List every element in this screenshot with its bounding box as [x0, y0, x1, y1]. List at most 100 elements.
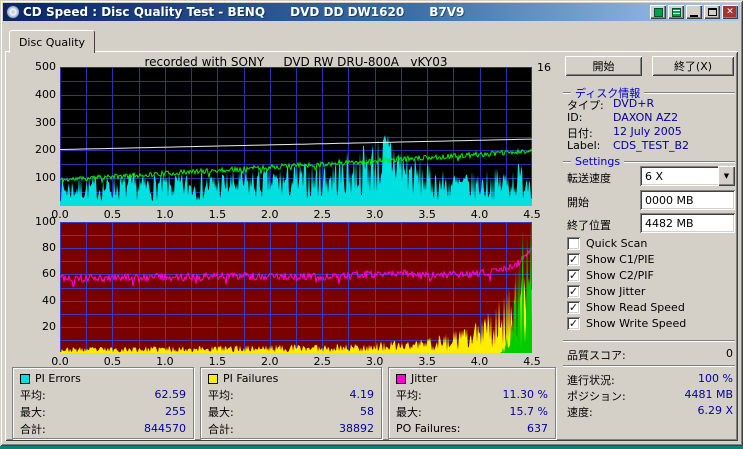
disc-id-label: ID:	[567, 111, 583, 124]
divider	[563, 365, 735, 367]
bottom-chart-jitter-failures: 100 80 60 40 20 0.0 0.5 1.0 1.5 2.0 2.5 3.0 3.5 4.0 4.…	[35, 215, 541, 368]
stat-row: 合計: 844570	[20, 420, 186, 437]
minimize-button[interactable]	[686, 5, 702, 19]
settings-section-label: Settings	[575, 155, 621, 168]
maximize-icon	[707, 8, 717, 16]
stat-value: 62.59	[154, 388, 187, 401]
titlebar[interactable]: CD Speed : Disc Quality Test - BENQ DVD …	[3, 3, 740, 21]
close-button[interactable]: ✕	[722, 5, 738, 19]
exit-button[interactable]: 終了(X)	[652, 56, 734, 76]
checkbox-box[interactable]: ✓	[567, 317, 580, 330]
legend-title-jitter: Jitter	[411, 372, 438, 385]
divider	[563, 340, 735, 342]
quality-score-value: 0	[726, 347, 733, 360]
green-report-icon	[671, 7, 681, 17]
legend-title-pi-errors: PI Errors	[35, 372, 81, 385]
stat-label: 合計:	[208, 422, 234, 436]
checkbox-label: Show Write Speed	[586, 317, 687, 330]
stat-label: 最大:	[208, 405, 234, 419]
end-position-label: 終了位置	[567, 219, 611, 232]
stat-value: 4.19	[349, 388, 375, 401]
position-row: ポジション: 4481 MB	[567, 388, 733, 404]
app-icon	[6, 5, 20, 19]
minimize-icon	[690, 14, 698, 17]
position-value: 4481 MB	[684, 388, 733, 401]
divider	[563, 160, 571, 163]
stat-label: 平均:	[208, 388, 234, 402]
divider	[644, 92, 735, 94]
speed-select[interactable]: 6 X ▼	[640, 166, 735, 186]
checkbox-quick-scan[interactable]: Quick Scan	[567, 237, 647, 250]
divider	[624, 160, 735, 163]
start-position-label: 開始	[567, 196, 589, 209]
checkbox-box[interactable]: ✓	[567, 301, 580, 314]
stat-value: 15.7 %	[509, 405, 548, 418]
stat-label: 平均:	[20, 388, 46, 402]
stat-row: 最大: 58	[208, 403, 374, 420]
stat-label: 合計:	[20, 422, 46, 436]
stat-row: 最大: 15.7 %	[396, 403, 548, 420]
start-button[interactable]: 開始	[565, 56, 642, 76]
stat-row: 最大: 255	[20, 403, 186, 420]
disc-label-value: CDS_TEST_B2	[613, 139, 690, 152]
save-report-icon[interactable]	[668, 5, 684, 19]
tab-disc-quality[interactable]: Disc Quality	[9, 30, 95, 53]
checkbox-label: Show Read Speed	[586, 301, 685, 314]
stat-row: PO Failures: 637	[396, 420, 548, 437]
progress-row: 進行状況: 100 %	[567, 372, 733, 388]
tab-label: Disc Quality	[18, 35, 86, 49]
stat-value: 38892	[339, 422, 374, 435]
chart-canvas	[60, 222, 532, 353]
checkbox-show-jitter[interactable]: ✓ Show Jitter	[567, 285, 645, 298]
start-position-input[interactable]: 0000 MB	[640, 190, 735, 210]
disc-id-value: DAXON AZ2	[613, 111, 679, 124]
stat-row: 合計: 38892	[208, 420, 374, 437]
speed-label: 速度:	[567, 406, 593, 419]
chart-canvas	[60, 67, 532, 206]
speed-row: 速度: 6.29 X	[567, 404, 733, 420]
checkbox-label: Show Jitter	[586, 285, 646, 298]
stat-value: 255	[165, 405, 186, 418]
checkbox-box[interactable]: ✓	[567, 269, 580, 282]
checkbox-box[interactable]	[567, 237, 580, 250]
end-position-input[interactable]: 4482 MB	[640, 213, 735, 233]
disc-id-row: ID: DAXON AZ2	[567, 111, 733, 124]
checkbox-label: Show C1/PIE	[586, 253, 655, 266]
capture-graph-icon[interactable]	[650, 5, 666, 19]
progress-value: 100 %	[698, 372, 733, 385]
stat-value: 844570	[144, 422, 186, 435]
pi-errors-swatch	[20, 373, 30, 384]
stat-row: 平均: 4.19	[208, 386, 374, 403]
position-label: ポジション:	[567, 390, 626, 403]
checkbox-box[interactable]: ✓	[567, 253, 580, 266]
speed-select-label: 転送速度	[567, 172, 611, 185]
checkbox-box[interactable]: ✓	[567, 285, 580, 298]
checkbox-label: Quick Scan	[586, 237, 648, 250]
stat-value: 11.30 %	[502, 388, 548, 401]
divider-line	[563, 365, 735, 367]
stat-label: 最大:	[396, 405, 422, 419]
stat-row: 平均: 62.59	[20, 386, 186, 403]
checkbox-show-read-speed[interactable]: ✓ Show Read Speed	[567, 301, 685, 314]
speed-value: 6.29 X	[697, 404, 733, 417]
po-failures-label: PO Failures:	[396, 422, 461, 435]
stat-label: 最大:	[20, 405, 46, 419]
checkbox-show-write-speed[interactable]: ✓ Show Write Speed	[567, 317, 686, 330]
checkbox-show-c1-pie[interactable]: ✓ Show C1/PIE	[567, 253, 654, 266]
divider	[563, 92, 571, 94]
chevron-down-icon[interactable]: ▼	[718, 166, 735, 186]
maximize-button[interactable]	[704, 5, 720, 19]
green-disc-icon	[653, 7, 663, 17]
speed-select-value: 6 X	[645, 170, 664, 183]
quality-score-row: 品質スコア: 0	[567, 347, 733, 363]
quality-score-label: 品質スコア:	[567, 349, 626, 362]
stat-label: 平均:	[396, 388, 422, 402]
legend-title-pi-failures: PI Failures	[223, 372, 279, 385]
stat-value: 58	[360, 405, 374, 418]
legend-group-jitter: Jitter 平均: 11.30 % 最大: 15.7 % PO Failures:…	[388, 367, 556, 439]
jitter-swatch	[396, 373, 406, 384]
checkbox-label: Show C2/PIF	[586, 269, 654, 282]
top-chart-pi-errors: 500 400 300 200 100 16 0.0 0.5 1.0 1.5 2.0 2.5 3.0 3.…	[35, 60, 551, 221]
checkbox-show-c2-pif[interactable]: ✓ Show C2/PIF	[567, 269, 654, 282]
divider-line	[563, 340, 735, 342]
